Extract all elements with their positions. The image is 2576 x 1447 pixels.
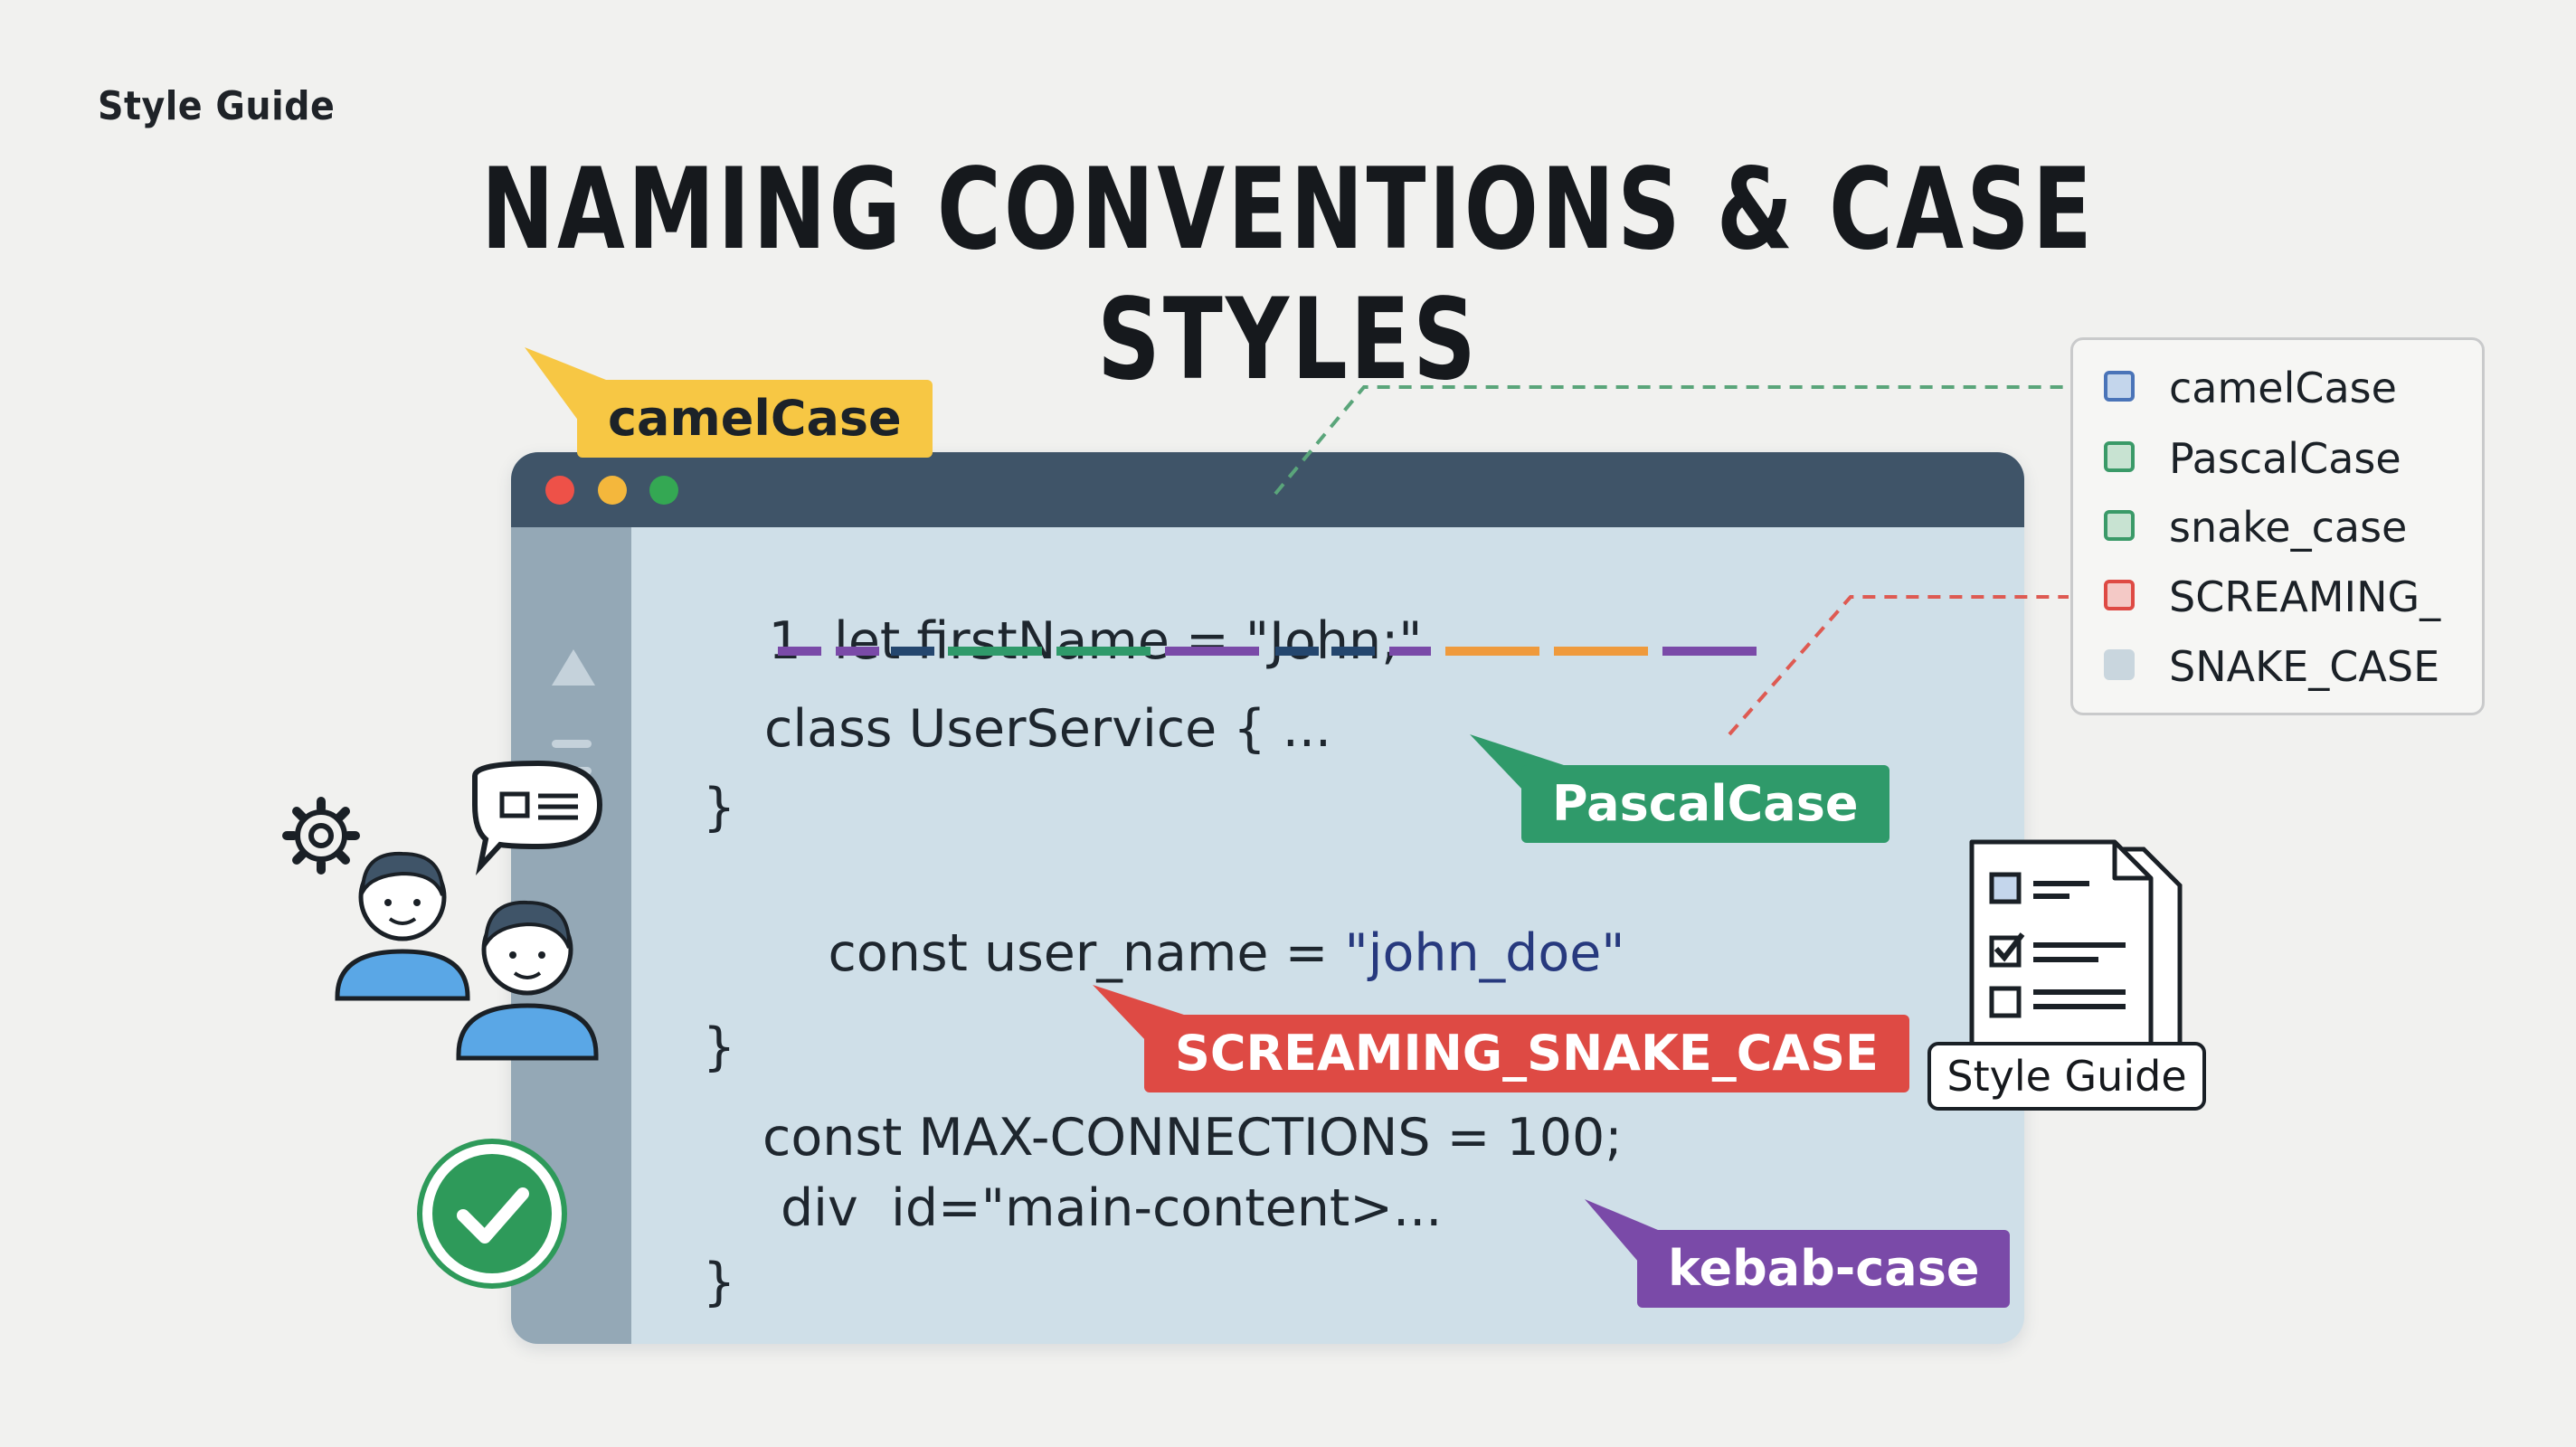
kebab-case-tag: kebab-case [1637, 1230, 2011, 1308]
speech-bubble-icon [472, 760, 603, 875]
pascalcase-tag: PascalCase [1521, 765, 1889, 843]
legend-box: camelCase PascalCase snake_case SCREAMIN… [2070, 337, 2485, 715]
person-avatar-icon [335, 851, 470, 1001]
developers-collaboration-icon [282, 760, 603, 1061]
gear-icon [282, 797, 360, 875]
legend-label: PascalCase [2169, 434, 2401, 483]
check-circle-icon [417, 1139, 567, 1289]
legend-swatch [2104, 580, 2135, 610]
connector-lines [1274, 385, 2069, 736]
legend-label: SNAKE_CASE [2169, 642, 2440, 691]
style-guide-caption: Style Guide [1927, 1042, 2206, 1111]
camelcase-tag: camelCase [577, 380, 933, 458]
screaming-snake-case-tag: SCREAMING_SNAKE_CASE [1144, 1015, 1909, 1092]
legend-swatch [2104, 649, 2135, 680]
legend-swatch [2104, 510, 2135, 541]
legend-label: snake_case [2169, 503, 2408, 552]
legend-swatch [2104, 441, 2135, 472]
style-guide-document-icon [1969, 839, 2183, 1056]
legend-label: SCREAMING_ [2169, 572, 2441, 621]
legend-swatch [2104, 371, 2135, 402]
person-avatar-icon [456, 900, 599, 1061]
legend-label: camelCase [2169, 364, 2397, 412]
